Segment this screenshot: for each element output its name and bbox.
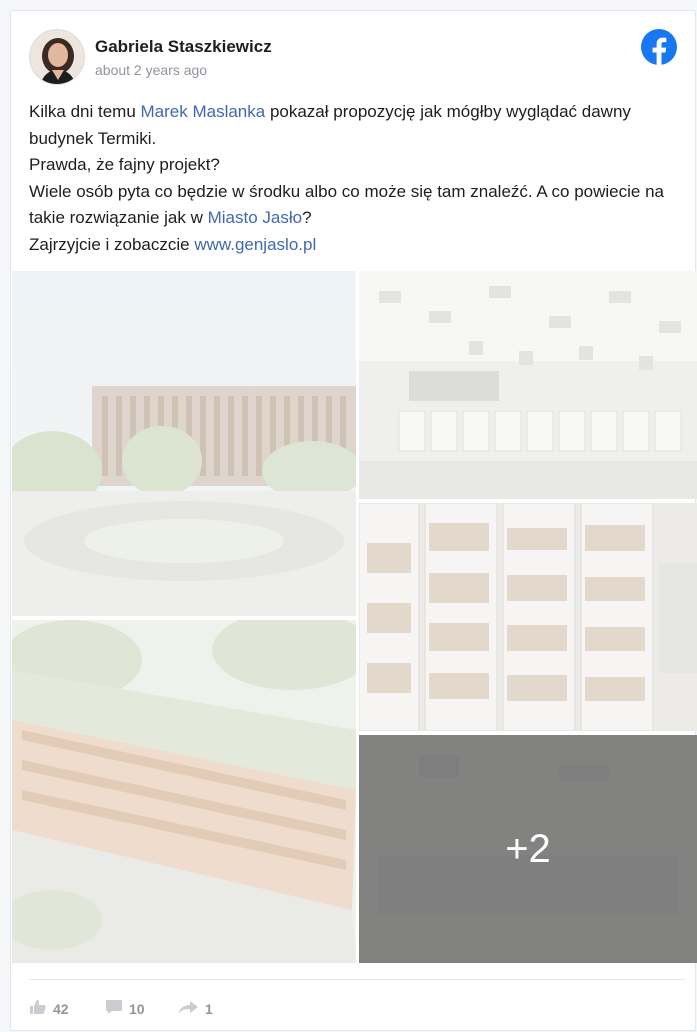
photo-building-aerial[interactable] — [12, 620, 356, 963]
likes-stat[interactable]: 42 — [29, 999, 69, 1018]
comments-stat[interactable]: 10 — [105, 999, 145, 1018]
photo-bookshelves[interactable] — [359, 503, 697, 731]
post-timestamp[interactable]: about 2 years ago — [95, 62, 207, 78]
more-photos-overlay[interactable]: +2 — [359, 735, 697, 963]
photo-interior-hall[interactable] — [359, 271, 697, 499]
share-arrow-icon — [177, 999, 199, 1018]
facebook-icon[interactable] — [641, 29, 677, 65]
photo-more[interactable]: +2 — [359, 735, 697, 963]
post-text-segment: Zajrzyjcie i zobaczcie — [29, 234, 195, 254]
post-header: Gabriela Staszkiewicz about 2 years ago — [29, 29, 677, 89]
mention-link[interactable]: Miasto Jasło — [208, 208, 302, 227]
comment-icon — [105, 999, 123, 1018]
post-text-segment: ? — [302, 208, 312, 227]
more-photos-count: +2 — [505, 826, 551, 871]
author-name[interactable]: Gabriela Staszkiewicz — [95, 37, 272, 57]
post-text-segment: Kilka dni temu — [29, 102, 141, 121]
divider — [29, 979, 685, 980]
shares-count: 1 — [205, 1000, 213, 1017]
photo-building-exterior[interactable] — [12, 271, 356, 616]
likes-count: 42 — [53, 1000, 69, 1017]
shares-stat[interactable]: 1 — [177, 999, 213, 1018]
post-card: Gabriela Staszkiewicz about 2 years ago … — [10, 10, 697, 1031]
avatar[interactable] — [29, 29, 85, 85]
thumbs-up-icon — [29, 999, 47, 1018]
comments-count: 10 — [129, 1000, 145, 1017]
website-link[interactable]: www.genjaslo.pl — [194, 235, 316, 254]
mention-link[interactable]: Marek Maslanka — [141, 102, 266, 121]
post-text-segment: Prawda, że fajny projekt? — [29, 155, 220, 174]
photo-gallery: +2 — [11, 271, 697, 963]
post-text: Kilka dni temu Marek Maslanka pokazał pr… — [29, 99, 679, 258]
post-text-segment: Wiele osób pyta co będzie w środku albo … — [29, 181, 665, 228]
